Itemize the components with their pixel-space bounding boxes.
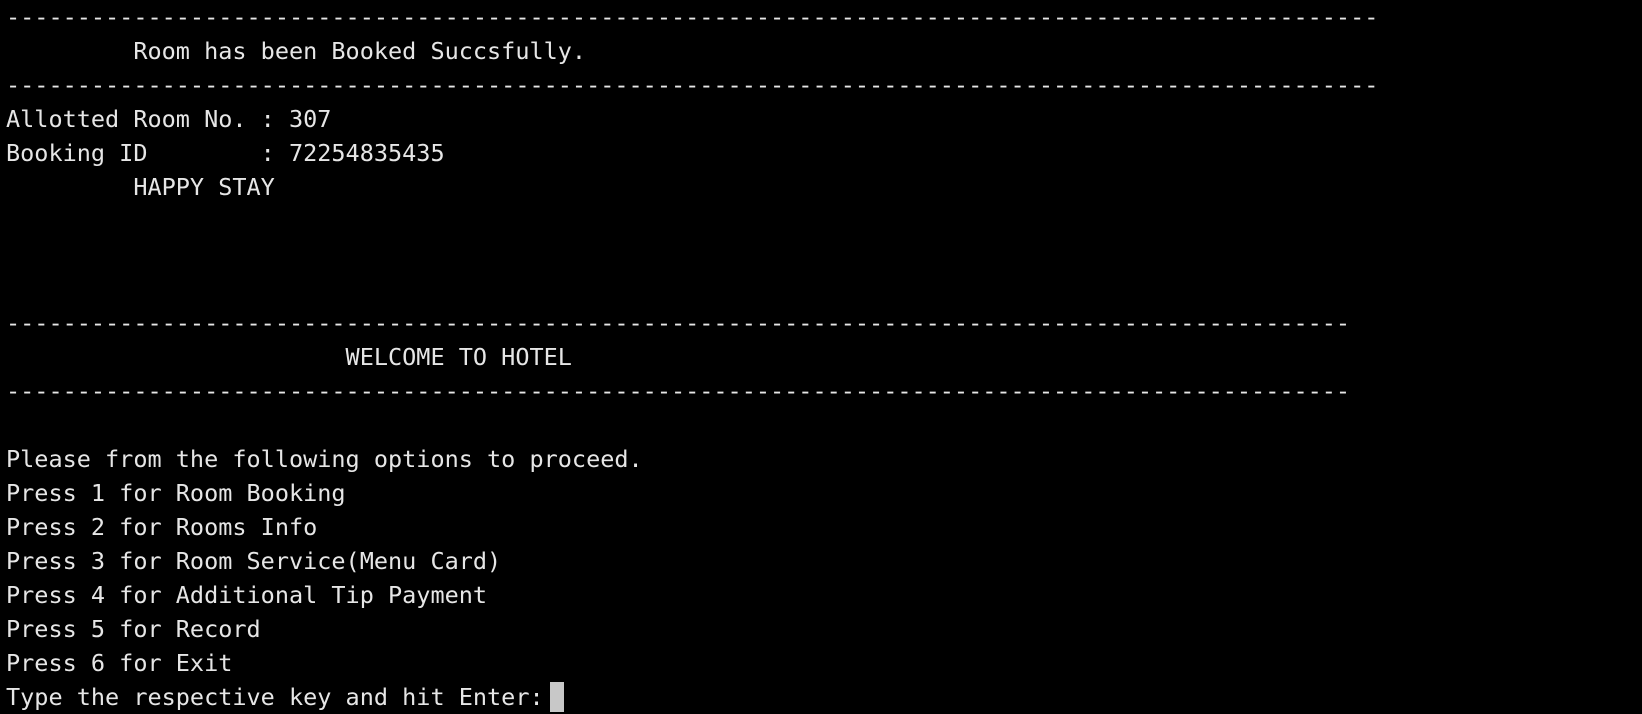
- menu-option: Press 6 for Exit: [6, 649, 233, 677]
- welcome-divider-top: ----------------------------------------…: [6, 309, 1351, 337]
- menu-option: Press 3 for Room Service(Menu Card): [6, 547, 502, 575]
- menu-option: Press 4 for Additional Tip Payment: [6, 581, 488, 609]
- menu-option: Press 2 for Rooms Info: [6, 513, 318, 541]
- welcome-title: WELCOME TO HOTEL: [6, 343, 572, 371]
- welcome-divider-bottom: ----------------------------------------…: [6, 377, 1351, 405]
- terminal-window: ----------------------------------------…: [6, 0, 1636, 714]
- happy-stay-line: HAPPY STAY: [6, 173, 275, 201]
- text-cursor[interactable]: [549, 682, 564, 712]
- booking-divider-bottom: ----------------------------------------…: [6, 71, 1379, 99]
- menu-option: Press 5 for Record: [6, 615, 261, 643]
- allotted-room-line: Allotted Room No. : 307: [6, 105, 332, 133]
- menu-intro: Please from the following options to pro…: [6, 445, 643, 473]
- booking-success-message: Room has been Booked Succsfully.: [6, 37, 587, 65]
- input-prompt-line[interactable]: Type the respective key and hit Enter:: [6, 680, 1636, 714]
- booking-divider-top: ----------------------------------------…: [6, 3, 1379, 31]
- input-prompt-text: Type the respective key and hit Enter:: [6, 683, 544, 711]
- menu-option: Press 1 for Room Booking: [6, 479, 346, 507]
- booking-id-line: Booking ID : 72254835435: [6, 139, 445, 167]
